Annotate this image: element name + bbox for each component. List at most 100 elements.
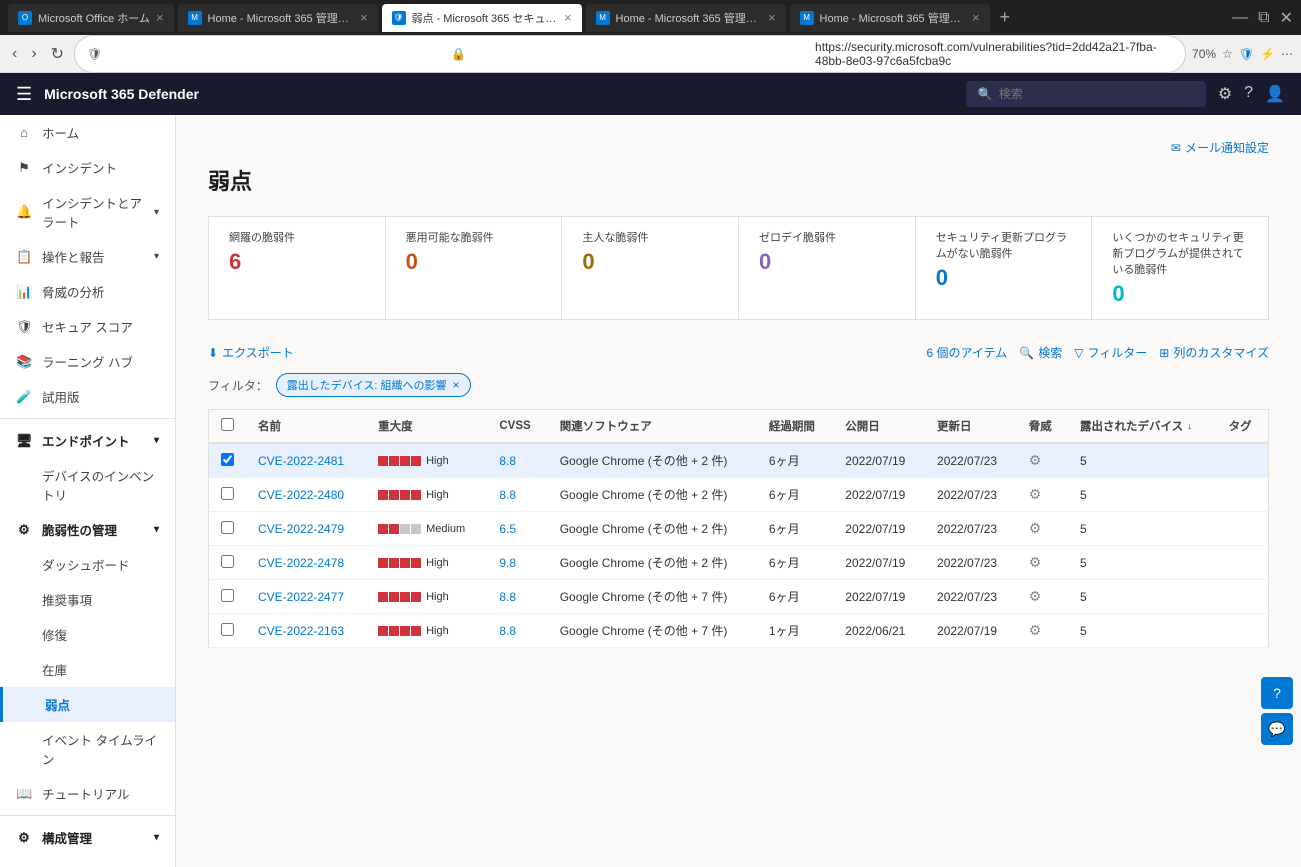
filter-button[interactable]: ▽ フィルター xyxy=(1074,344,1147,361)
sidebar-item-event-timeline[interactable]: イベント タイムライン xyxy=(0,722,175,776)
tab-office[interactable]: O Microsoft Office ホーム × xyxy=(8,4,174,32)
table-row[interactable]: CVE-2022-2481 High 8.8 Google Chrome (その… xyxy=(209,443,1269,478)
sidebar-item-inventory[interactable]: 在庫 xyxy=(0,652,175,687)
row-checkbox-0[interactable] xyxy=(209,443,247,478)
tab-security[interactable]: 🛡 弱点 - Microsoft 365 セキュリティ × xyxy=(382,4,582,32)
table-row[interactable]: CVE-2022-2479 Medium 6.5 Google Chrome (… xyxy=(209,512,1269,546)
row-name-2[interactable]: CVE-2022-2479 xyxy=(246,512,366,546)
browser-chrome: O Microsoft Office ホーム × M Home - Micros… xyxy=(0,0,1301,35)
row-cvss-1[interactable]: 8.8 xyxy=(487,478,547,512)
col-header-exposed[interactable]: 露出されたデバイス ↓ xyxy=(1068,410,1217,444)
new-tab-button[interactable]: + xyxy=(994,7,1017,28)
sidebar-item-weaknesses[interactable]: 弱点 xyxy=(0,687,175,722)
sidebar-item-device-inventory[interactable]: デバイスのインベントリ xyxy=(0,458,175,512)
row-cvss-5[interactable]: 8.8 xyxy=(487,614,547,648)
sidebar-item-trial[interactable]: 🧪 試用版 xyxy=(0,379,175,414)
tab-close-admin1[interactable]: × xyxy=(360,10,368,25)
mail-settings-button[interactable]: ✉ メール通知設定 xyxy=(1171,139,1269,156)
float-help-button[interactable]: ? xyxy=(1261,677,1293,709)
table-row[interactable]: CVE-2022-2480 High 8.8 Google Chrome (その… xyxy=(209,478,1269,512)
hamburger-menu[interactable]: ☰ xyxy=(16,84,32,105)
table-row[interactable]: CVE-2022-2477 High 8.8 Google Chrome (その… xyxy=(209,580,1269,614)
brand-name: Microsoft 365 Defender xyxy=(44,86,954,102)
row-checkbox-4[interactable] xyxy=(209,580,247,614)
minimize-button[interactable]: — xyxy=(1232,9,1248,27)
sidebar-item-config-management[interactable]: ⚙ 構成管理 ▾ xyxy=(0,820,175,855)
tab-close-admin2[interactable]: × xyxy=(768,10,776,25)
forward-button[interactable]: › xyxy=(27,41,40,67)
tab-admin1[interactable]: M Home - Microsoft 365 管理センター × xyxy=(178,4,378,32)
tab-close-security[interactable]: × xyxy=(564,10,572,25)
row-name-4[interactable]: CVE-2022-2477 xyxy=(246,580,366,614)
row-software-3: Google Chrome (その他 + 2 件) xyxy=(548,546,757,580)
sidebar-item-learning[interactable]: 📚 ラーニング ハブ xyxy=(0,344,175,379)
sidebar-item-device-posture[interactable]: デバイスの標示 xyxy=(0,855,175,867)
select-all-checkbox[interactable] xyxy=(221,418,234,431)
customize-label: 列のカスタマイズ xyxy=(1173,344,1269,361)
row-select-2[interactable] xyxy=(221,521,234,534)
table-row[interactable]: CVE-2022-2478 High 9.8 Google Chrome (その… xyxy=(209,546,1269,580)
row-name-0[interactable]: CVE-2022-2481 xyxy=(246,443,366,478)
tab-close-office[interactable]: × xyxy=(156,10,164,25)
sidebar-item-incidents-alerts[interactable]: 🔔 インシデントとアラート ▾ xyxy=(0,185,175,239)
settings-icon[interactable]: ⚙ xyxy=(1218,84,1232,104)
row-checkbox-2[interactable] xyxy=(209,512,247,546)
sidebar-item-secure-score[interactable]: 🛡 セキュア スコア xyxy=(0,309,175,344)
tab-admin2[interactable]: M Home - Microsoft 365 管理センター × xyxy=(586,4,786,32)
row-select-3[interactable] xyxy=(221,555,234,568)
stat-value-major: 0 xyxy=(582,249,718,275)
row-select-4[interactable] xyxy=(221,589,234,602)
sidebar-item-remediation[interactable]: 修復 xyxy=(0,617,175,652)
row-select-0[interactable] xyxy=(221,453,234,466)
row-name-3[interactable]: CVE-2022-2478 xyxy=(246,546,366,580)
row-cvss-4[interactable]: 8.8 xyxy=(487,580,547,614)
col-select-all[interactable] xyxy=(209,410,247,444)
close-button[interactable]: ✕ xyxy=(1280,8,1293,28)
sidebar-item-vuln-management[interactable]: ⚙ 脆弱性の管理 ▾ xyxy=(0,512,175,547)
tab-close-admin3[interactable]: × xyxy=(972,10,980,25)
export-button[interactable]: ⬇ エクスポート xyxy=(208,344,294,361)
bookmark-icon[interactable]: ☆ xyxy=(1222,47,1233,61)
row-name-5[interactable]: CVE-2022-2163 xyxy=(246,614,366,648)
float-chat-button[interactable]: 💬 xyxy=(1261,713,1293,745)
tab-admin3[interactable]: M Home - Microsoft 365 管理センター × xyxy=(790,4,990,32)
sidebar-item-endpoint[interactable]: 🖥 エンドポイント ▾ xyxy=(0,423,175,458)
app-shell: ⌂ ホーム ⚑ インシデント 🔔 インシデントとアラート ▾ 📋 操作と報告 ▾… xyxy=(0,115,1301,867)
customize-columns-button[interactable]: ⊞ 列のカスタマイズ xyxy=(1159,344,1269,361)
sidebar-item-operations[interactable]: 📋 操作と報告 ▾ xyxy=(0,239,175,274)
toolbar: ⬇ エクスポート 6 個のアイテム 🔍 検索 ▽ フィルター ⊞ 列のカスタマイ… xyxy=(208,344,1269,361)
row-name-1[interactable]: CVE-2022-2480 xyxy=(246,478,366,512)
settings-menu-icon[interactable]: ⋯ xyxy=(1281,47,1293,61)
account-icon[interactable]: 👤 xyxy=(1265,84,1285,104)
row-cvss-0[interactable]: 8.8 xyxy=(487,443,547,478)
row-cvss-3[interactable]: 9.8 xyxy=(487,546,547,580)
sidebar-item-home[interactable]: ⌂ ホーム xyxy=(0,115,175,150)
back-button[interactable]: ‹ xyxy=(8,41,21,67)
sidebar-item-tutorial[interactable]: 📖 チュートリアル xyxy=(0,776,175,811)
filter-tag[interactable]: 露出したデバイス: 組織への影響 × xyxy=(276,373,471,397)
row-checkbox-3[interactable] xyxy=(209,546,247,580)
search-button[interactable]: 🔍 検索 xyxy=(1019,344,1062,361)
row-exposed-2: 5 xyxy=(1068,512,1217,546)
table-row[interactable]: CVE-2022-2163 High 8.8 Google Chrome (その… xyxy=(209,614,1269,648)
sidebar-item-dashboard[interactable]: ダッシュボード xyxy=(0,547,175,582)
stat-value-zeroday: 0 xyxy=(759,249,895,275)
row-select-5[interactable] xyxy=(221,623,234,636)
row-checkbox-5[interactable] xyxy=(209,614,247,648)
row-checkbox-1[interactable] xyxy=(209,478,247,512)
search-bar[interactable]: 🔍 xyxy=(966,81,1206,107)
address-bar[interactable]: 🛡 🔒 https://security.microsoft.com/vulne… xyxy=(74,35,1186,73)
filter-tag-label: 露出したデバイス: 組織への影響 xyxy=(287,377,447,393)
row-select-1[interactable] xyxy=(221,487,234,500)
row-cvss-2[interactable]: 6.5 xyxy=(487,512,547,546)
stat-label-no-security: セキュリティ更新プログラムがない脆弱件 xyxy=(936,229,1072,261)
sidebar-item-incidents[interactable]: ⚑ インシデント xyxy=(0,150,175,185)
search-input[interactable] xyxy=(999,87,1194,101)
help-icon[interactable]: ? xyxy=(1244,84,1253,104)
maximize-button[interactable]: ⧉ xyxy=(1258,9,1269,27)
row-tags-4 xyxy=(1217,580,1269,614)
sidebar-item-recommendations[interactable]: 推奨事項 xyxy=(0,582,175,617)
sidebar-item-threat-analysis[interactable]: 📊 脅威の分析 xyxy=(0,274,175,309)
reload-button[interactable]: ↻ xyxy=(47,40,68,68)
filter-tag-remove[interactable]: × xyxy=(453,378,460,392)
